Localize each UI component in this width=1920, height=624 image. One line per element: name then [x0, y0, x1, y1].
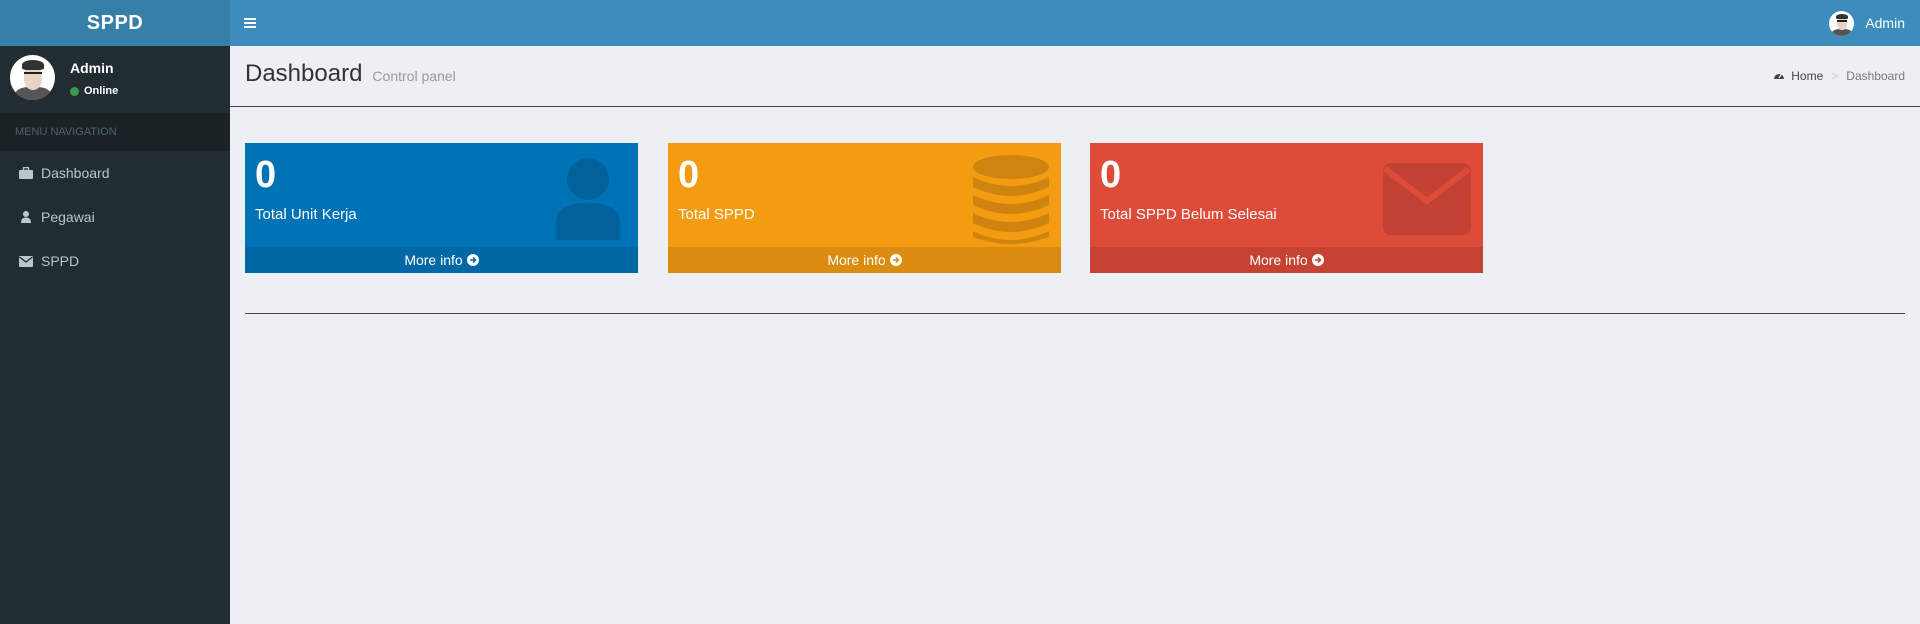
app-logo[interactable]: SPPD [0, 0, 230, 46]
menu-header: MENU NAVIGATION [0, 113, 230, 151]
sidebar-item-label: Pegawai [41, 209, 95, 225]
more-info-link[interactable]: More info [1090, 247, 1483, 273]
stat-label: Total Unit Kerja [255, 206, 357, 223]
stat-label: Total SPPD Belum Selesai [1100, 206, 1277, 223]
stat-value: 0 [255, 154, 277, 196]
avatar [10, 55, 55, 100]
stat-box-sppd: 0 Total SPPD More info [668, 143, 1061, 273]
arrow-circle-right-icon [466, 254, 479, 266]
online-status-dot-icon [70, 86, 79, 96]
dashboard-gauge-icon [1773, 69, 1785, 83]
stat-box-unit-kerja: 0 Total Unit Kerja More info [245, 143, 638, 273]
stat-label: Total SPPD [678, 206, 755, 223]
more-info-label: More info [1249, 252, 1308, 268]
envelope-icon [1381, 155, 1473, 240]
content-header: Dashboard Control panel [245, 60, 456, 88]
arrow-circle-right-icon [1311, 254, 1324, 266]
more-info-link[interactable]: More info [668, 247, 1061, 273]
envelope-icon [18, 254, 33, 268]
page-subtitle: Control panel [372, 68, 456, 84]
user-menu[interactable]: Admin [1829, 9, 1905, 37]
briefcase-icon [18, 166, 33, 180]
user-icon [18, 210, 33, 224]
sidebar-item-pegawai[interactable]: Pegawai [0, 195, 230, 239]
sidebar-item-sppd[interactable]: SPPD [0, 239, 230, 283]
breadcrumb-home-label: Home [1791, 69, 1824, 83]
sidebar-item-label: SPPD [41, 253, 80, 269]
database-icon [971, 155, 1051, 244]
stat-value: 0 [678, 154, 700, 196]
page-title: Dashboard [245, 60, 363, 87]
sidebar: Admin Online MENU NAVIGATION Dashboard P… [0, 46, 230, 624]
sidebar-item-dashboard[interactable]: Dashboard [0, 151, 230, 195]
stat-value: 0 [1100, 154, 1122, 196]
user-menu-name: Admin [1865, 15, 1905, 31]
user-status-text: Online [84, 85, 119, 97]
user-icon [548, 155, 628, 240]
breadcrumb-home-link[interactable]: Home [1773, 69, 1823, 83]
top-navbar: Admin [230, 0, 1920, 46]
divider [245, 313, 1905, 314]
breadcrumb-current: Dashboard [1846, 69, 1905, 83]
stat-box-sppd-belum-selesai: 0 Total SPPD Belum Selesai More info [1090, 143, 1483, 273]
hamburger-icon [244, 18, 256, 20]
arrow-circle-right-icon [889, 254, 902, 266]
breadcrumb: Home > Dashboard [1773, 69, 1905, 83]
breadcrumb-separator: > [1831, 69, 1839, 83]
sidebar-item-label: Dashboard [41, 165, 110, 181]
more-info-link[interactable]: More info [245, 247, 638, 273]
divider [230, 106, 1920, 107]
user-panel: Admin Online [0, 46, 230, 110]
more-info-label: More info [404, 252, 463, 268]
user-status: Online [70, 85, 118, 97]
user-panel-name: Admin [70, 60, 114, 76]
sidebar-toggle-button[interactable] [244, 13, 258, 33]
avatar [1829, 10, 1855, 36]
more-info-label: More info [827, 252, 886, 268]
